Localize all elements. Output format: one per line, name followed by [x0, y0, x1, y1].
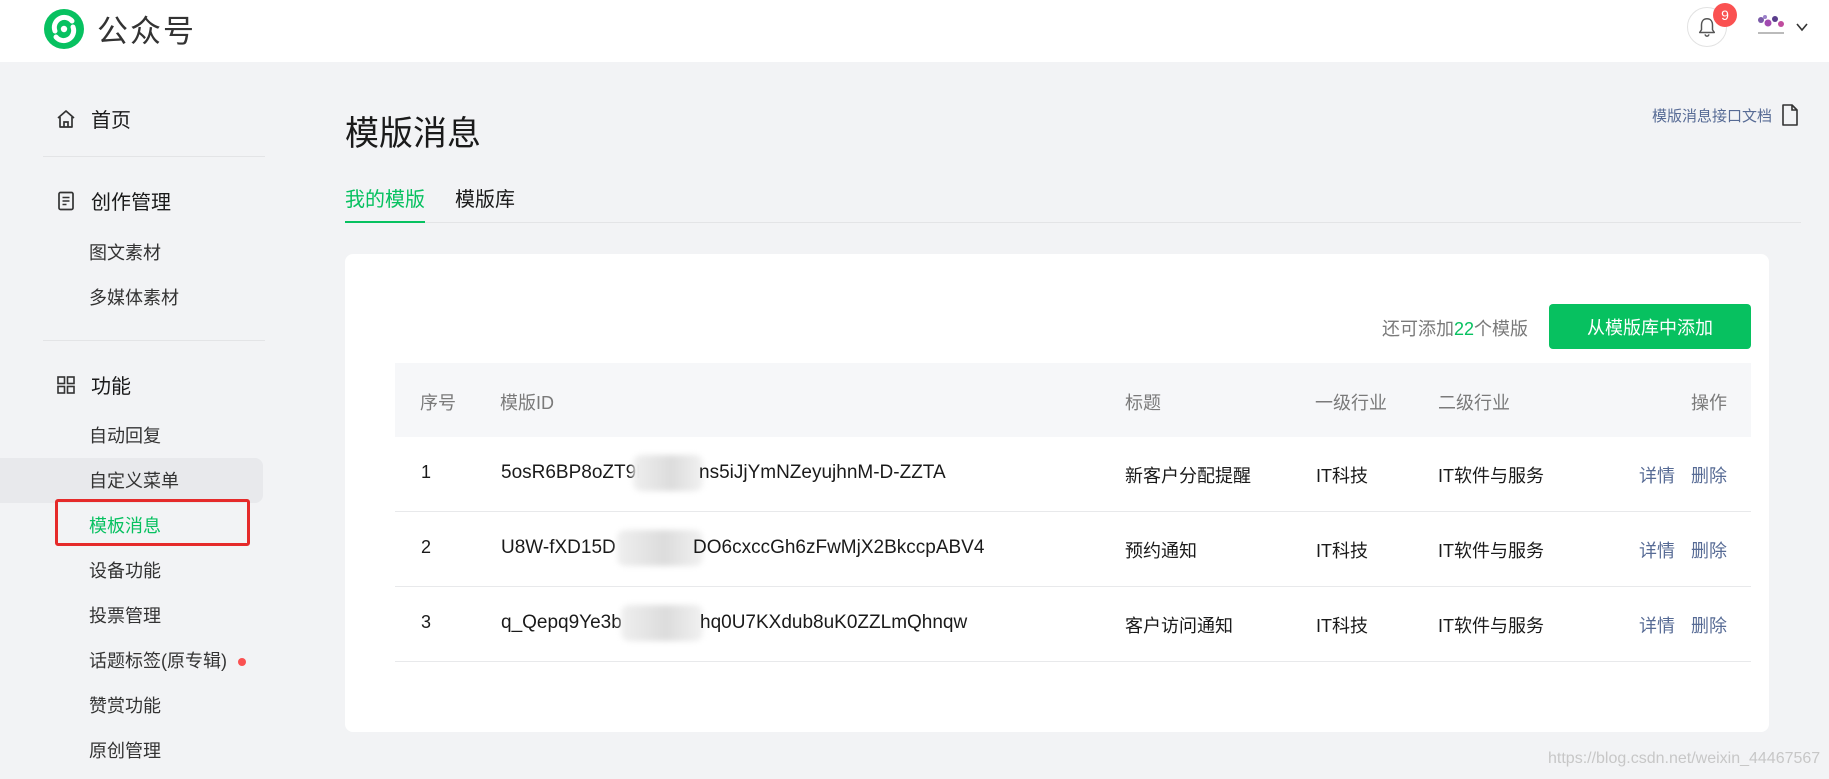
delete-link[interactable]: 删除	[1691, 462, 1727, 488]
api-doc-link[interactable]: 模版消息接口文档	[1652, 104, 1799, 126]
column-header-title: 标题	[1125, 393, 1161, 413]
template-title: 客户访问通知	[1125, 616, 1233, 636]
template-title: 预约通知	[1125, 541, 1197, 561]
sidebar-item-home[interactable]: 首页	[55, 104, 131, 133]
redacted-blur	[617, 530, 703, 566]
detail-link[interactable]: 详情	[1639, 462, 1675, 488]
table-row: 1 5osR6BP8oZT9L ns5iJjYmNZeyujhnM-D-ZZTA…	[395, 437, 1751, 512]
industry2: IT软件与服务	[1438, 541, 1544, 561]
template-quota: 还可添加22个模版	[1382, 319, 1529, 339]
column-header-actions: 操作	[1691, 393, 1727, 413]
grid-icon	[55, 374, 77, 396]
wechat-official-logo-icon	[44, 8, 84, 49]
industry2: IT软件与服务	[1438, 616, 1544, 636]
table-row: 3 q_Qepq9Ye3b hq0U7KXdub8uK0ZZLmQhnqw 客户…	[395, 587, 1751, 662]
tab-template-library[interactable]: 模版库	[455, 186, 515, 223]
sidebar-item-original-management[interactable]: 原创管理	[89, 739, 161, 763]
table-row: 2 U8W-fXD15D DO6cxccGh6zFwMjX2BkccpABV4 …	[395, 512, 1751, 587]
logo[interactable]: 公众号	[42, 6, 196, 51]
sidebar-item-reward[interactable]: 赞赏功能	[89, 694, 161, 718]
industry2: IT软件与服务	[1438, 466, 1544, 486]
annotation-highlight-box	[55, 499, 250, 546]
template-id-start: q_Qepq9Ye3b	[501, 612, 622, 633]
row-index: 2	[421, 537, 432, 557]
template-id-start: 5osR6BP8oZT9L	[501, 462, 647, 483]
column-header-template-id: 模版ID	[500, 393, 554, 413]
sidebar-item-article-materials[interactable]: 图文素材	[89, 241, 161, 265]
app-name: 公众号	[97, 14, 196, 49]
detail-link[interactable]: 详情	[1639, 537, 1675, 563]
sidebar-divider	[43, 156, 265, 157]
sidebar-item-label: 首页	[91, 110, 131, 132]
row-index: 1	[421, 462, 432, 482]
detail-link[interactable]: 详情	[1639, 612, 1675, 638]
tab-bar: 我的模版 模版库	[345, 186, 1801, 223]
template-id-end: DO6cxccGh6zFwMjX2BkccpABV4	[693, 537, 985, 558]
template-id-end: ns5iJjYmNZeyujhnM-D-ZZTA	[699, 462, 946, 483]
sidebar-group-label: 创作管理	[91, 192, 171, 214]
sidebar-group-features[interactable]: 功能	[55, 370, 131, 399]
column-header-index: 序号	[420, 393, 456, 413]
sidebar-item-auto-reply[interactable]: 自动回复	[89, 424, 161, 448]
chevron-down-icon[interactable]	[1795, 20, 1809, 34]
add-from-library-button[interactable]: 从模版库中添加	[1549, 304, 1751, 349]
sidebar-group-label: 功能	[91, 376, 131, 398]
quota-count: 22	[1454, 319, 1475, 339]
sidebar-item-vote-management[interactable]: 投票管理	[89, 604, 161, 628]
sidebar-item-topic-tags[interactable]: 话题标签(原专辑)	[89, 649, 246, 673]
sidebar-divider	[43, 340, 265, 341]
template-title: 新客户分配提醒	[1125, 466, 1251, 486]
sidebar-item-media-materials[interactable]: 多媒体素材	[89, 286, 179, 310]
sidebar-item-device-features[interactable]: 设备功能	[89, 559, 161, 583]
tab-my-templates[interactable]: 我的模版	[345, 186, 425, 223]
home-icon	[55, 108, 77, 130]
sidebar-item-custom-menu[interactable]: 自定义菜单	[89, 469, 179, 493]
document-icon	[1782, 104, 1798, 126]
delete-link[interactable]: 删除	[1691, 537, 1727, 563]
sidebar-item-label: 话题标签(原专辑)	[89, 651, 227, 671]
redacted-blur	[633, 455, 703, 491]
column-header-industry2: 二级行业	[1438, 393, 1510, 413]
industry1: IT科技	[1316, 541, 1368, 561]
api-doc-link-label: 模版消息接口文档	[1652, 107, 1773, 125]
table-header: 序号 模版ID 标题 一级行业 二级行业 操作	[395, 363, 1751, 437]
column-header-industry1: 一级行业	[1315, 393, 1387, 413]
template-id-end: hq0U7KXdub8uK0ZZLmQhnqw	[700, 612, 968, 633]
sidebar-group-creation[interactable]: 创作管理	[55, 186, 171, 215]
industry1: IT科技	[1316, 466, 1368, 486]
avatar[interactable]	[1754, 12, 1788, 40]
document-icon	[55, 190, 77, 212]
row-index: 3	[421, 612, 432, 632]
redacted-blur	[621, 605, 703, 641]
top-bar: 公众号 9	[0, 0, 1829, 62]
new-dot-indicator	[238, 658, 246, 667]
delete-link[interactable]: 删除	[1691, 612, 1727, 638]
watermark: https://blog.csdn.net/weixin_44467567	[1548, 750, 1821, 767]
page-title: 模版消息	[345, 115, 481, 153]
industry1: IT科技	[1316, 616, 1368, 636]
notification-badge: 9	[1713, 3, 1737, 27]
template-id-start: U8W-fXD15D	[501, 537, 616, 558]
